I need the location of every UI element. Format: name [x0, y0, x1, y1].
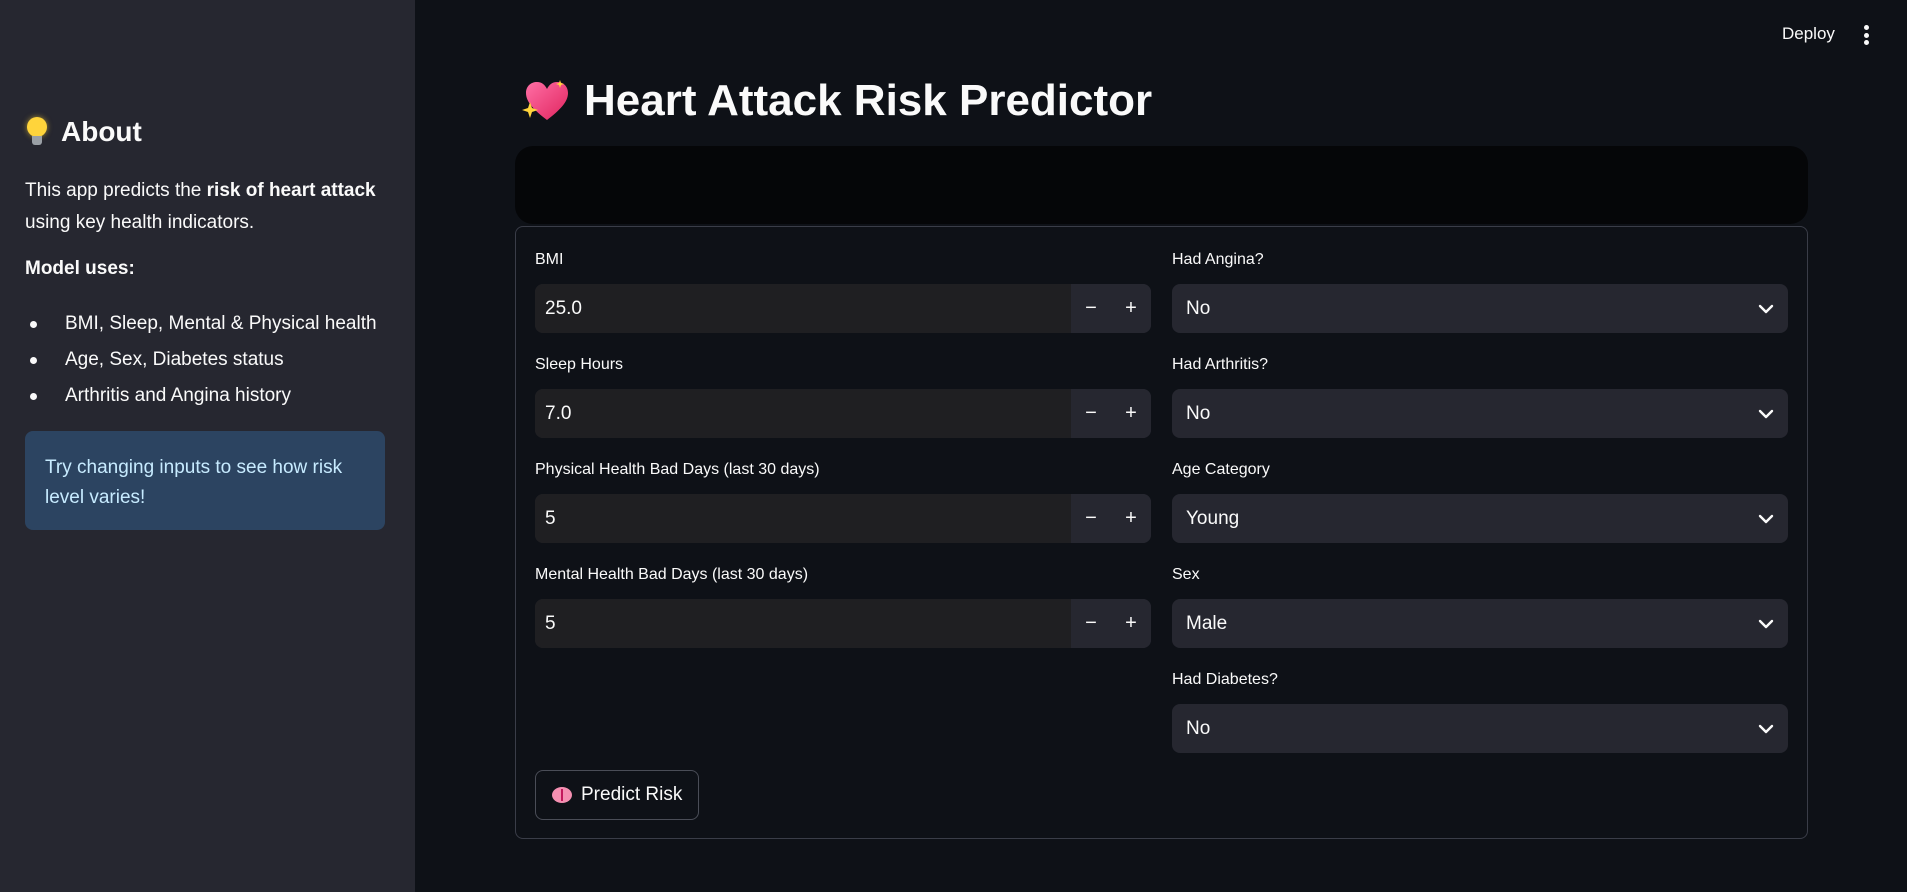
list-item: BMI, Sleep, Mental & Physical health: [25, 306, 377, 342]
sleep-hours-field: Sleep Hours 7.0 − +: [535, 356, 1151, 438]
predict-risk-label: Predict Risk: [581, 784, 683, 805]
angina-select[interactable]: No: [1172, 284, 1788, 333]
info-box: Try changing inputs to see how risk leve…: [25, 431, 385, 530]
increment-button[interactable]: +: [1111, 284, 1151, 333]
sleep-hours-input[interactable]: 7.0 − +: [535, 389, 1151, 438]
sex-field: Sex Male: [1172, 566, 1788, 648]
bmi-field: BMI 25.0 − +: [535, 251, 1151, 333]
bmi-input[interactable]: 25.0 − +: [535, 284, 1151, 333]
increment-button[interactable]: +: [1111, 494, 1151, 543]
chevron-down-icon: [1758, 514, 1774, 524]
brain-icon: [552, 787, 572, 803]
age-category-label: Age Category: [1172, 461, 1270, 478]
physical-health-field: Physical Health Bad Days (last 30 days) …: [535, 461, 1151, 543]
mental-health-input[interactable]: 5 − +: [535, 599, 1151, 648]
decrement-button[interactable]: −: [1071, 599, 1111, 648]
arthritis-field: Had Arthritis? No: [1172, 356, 1788, 438]
sidebar-intro: This app predicts the risk of heart atta…: [25, 180, 376, 233]
arthritis-label: Had Arthritis?: [1172, 356, 1269, 373]
arthritis-select[interactable]: No: [1172, 389, 1788, 438]
chevron-down-icon: [1758, 409, 1774, 419]
age-category-field: Age Category Young: [1172, 461, 1788, 543]
lightbulb-icon: [25, 117, 49, 147]
sex-select[interactable]: Male: [1172, 599, 1788, 648]
chevron-down-icon: [1758, 724, 1774, 734]
predict-risk-button[interactable]: Predict Risk: [535, 770, 700, 820]
physical-health-value[interactable]: 5: [535, 494, 1071, 543]
increment-button[interactable]: +: [1111, 389, 1151, 438]
arthritis-selected-value: No: [1186, 402, 1211, 424]
mental-health-value[interactable]: 5: [535, 599, 1071, 648]
deploy-button[interactable]: Deploy: [1782, 24, 1835, 44]
angina-field: Had Angina? No: [1172, 251, 1788, 333]
sidebar-title: About: [61, 116, 142, 147]
model-heading: Model uses:: [25, 258, 135, 279]
diabetes-field: Had Diabetes? No: [1172, 671, 1788, 753]
kebab-menu-icon[interactable]: [1864, 25, 1870, 45]
bmi-value[interactable]: 25.0: [535, 284, 1071, 333]
diabetes-label: Had Diabetes?: [1172, 671, 1278, 688]
model-feature-list: BMI, Sleep, Mental & Physical health Age…: [25, 306, 377, 414]
physical-health-label: Physical Health Bad Days (last 30 days): [535, 461, 820, 478]
prediction-form: BMI 25.0 − + Sleep Hours 7.0 − + Physica…: [515, 226, 1808, 839]
decrement-button[interactable]: −: [1071, 389, 1111, 438]
page-title: Heart Attack Risk Predictor: [584, 76, 1153, 125]
sex-selected-value: Male: [1186, 612, 1228, 634]
age-category-selected-value: Young: [1186, 507, 1240, 529]
angina-label: Had Angina?: [1172, 251, 1264, 268]
diabetes-select[interactable]: No: [1172, 704, 1788, 753]
bmi-label: BMI: [535, 251, 564, 268]
sex-label: Sex: [1172, 566, 1200, 583]
mental-health-field: Mental Health Bad Days (last 30 days) 5 …: [535, 566, 1151, 648]
sleep-hours-label: Sleep Hours: [535, 356, 624, 373]
chevron-down-icon: [1758, 619, 1774, 629]
sidebar-header: About: [25, 116, 142, 148]
page-header: Heart Attack Risk Predictor: [522, 76, 1152, 126]
increment-button[interactable]: +: [1111, 599, 1151, 648]
chevron-down-icon: [1758, 304, 1774, 314]
decrement-button[interactable]: −: [1071, 284, 1111, 333]
diabetes-selected-value: No: [1186, 717, 1211, 739]
list-item: Arthritis and Angina history: [25, 378, 377, 414]
decrement-button[interactable]: −: [1071, 494, 1111, 543]
list-item: Age, Sex, Diabetes status: [25, 342, 377, 378]
physical-health-input[interactable]: 5 − +: [535, 494, 1151, 543]
sleep-hours-value[interactable]: 7.0: [535, 389, 1071, 438]
mental-health-label: Mental Health Bad Days (last 30 days): [535, 566, 809, 583]
age-category-select[interactable]: Young: [1172, 494, 1788, 543]
sidebar: About This app predicts the risk of hear…: [0, 0, 415, 892]
angina-selected-value: No: [1186, 297, 1211, 319]
banner-placeholder: [515, 146, 1808, 224]
sparkling-heart-icon: [522, 80, 568, 122]
